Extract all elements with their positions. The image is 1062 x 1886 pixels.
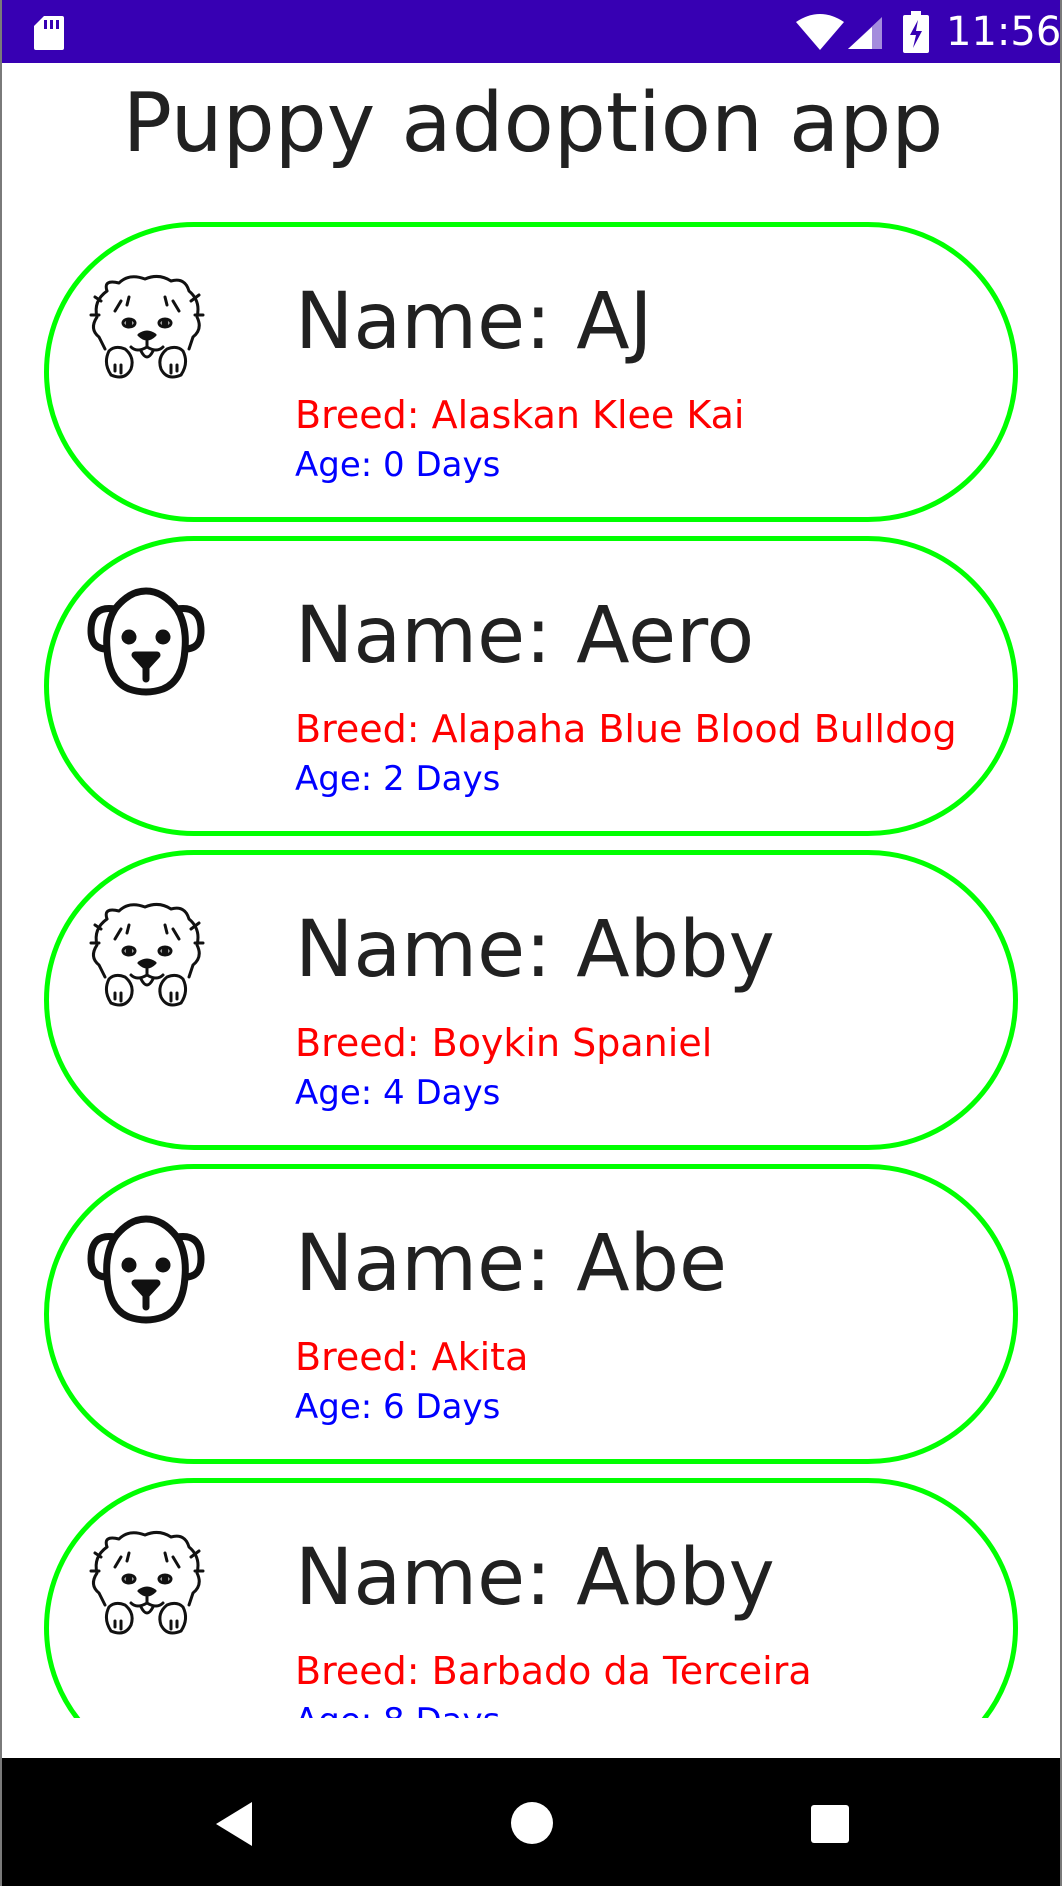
puppy-name: Name: Abe [295,1219,728,1309]
puppy-breed: Breed: Alapaha Blue Blood Bulldog [295,707,957,751]
sd-card-icon [34,16,64,50]
signal-icon [848,17,882,49]
puppy-list[interactable]: Name: AJ Breed: Alaskan Klee Kai Age: 0 … [2,218,1060,1718]
puppy-card[interactable]: Name: Aero Breed: Alapaha Blue Blood Bul… [44,536,1018,836]
shaggy-puppy-icon [89,274,205,379]
page-title: Puppy adoption app [122,76,944,171]
clock: 11:56 [946,9,1062,55]
puppy-age: Age: 2 Days [295,759,501,799]
puppy-card[interactable]: Name: Abe Breed: Akita Age: 6 Days [44,1164,1018,1464]
puppy-card[interactable]: Name: Abby Breed: Barbado da Terceira Ag… [44,1478,1018,1718]
puppy-age: Age: 6 Days [295,1387,501,1427]
status-bar: 11:56 [2,0,1062,63]
puppy-name: Name: AJ [295,277,653,367]
puppy-name: Name: Abby [295,1533,775,1623]
puppy-name: Name: Aero [295,591,755,681]
puppy-card[interactable]: Name: Abby Breed: Boykin Spaniel Age: 4 … [44,850,1018,1150]
puppy-name: Name: Abby [295,905,775,995]
back-icon[interactable] [212,1800,256,1848]
shaggy-puppy-icon [89,1530,205,1635]
puppy-age: Age: 0 Days [295,445,501,485]
recents-icon[interactable] [810,1804,850,1844]
dog-face-icon [87,1215,205,1324]
shaggy-puppy-icon [89,902,205,1007]
dog-face-icon [87,587,205,696]
app-screen: 11:56 Puppy adoption app Name: AJ Breed:… [0,0,1062,1886]
puppy-breed: Breed: Barbado da Terceira [295,1649,812,1693]
puppy-age: Age: 4 Days [295,1073,501,1113]
home-icon[interactable] [510,1801,554,1845]
puppy-breed: Breed: Akita [295,1335,529,1379]
navigation-bar [2,1758,1060,1886]
wifi-icon [796,14,844,50]
puppy-breed: Breed: Boykin Spaniel [295,1021,713,1065]
puppy-card[interactable]: Name: AJ Breed: Alaskan Klee Kai Age: 0 … [44,222,1018,522]
puppy-breed: Breed: Alaskan Klee Kai [295,393,745,437]
battery-charging-icon [903,11,929,53]
puppy-age: Age: 8 Days [295,1699,500,1718]
